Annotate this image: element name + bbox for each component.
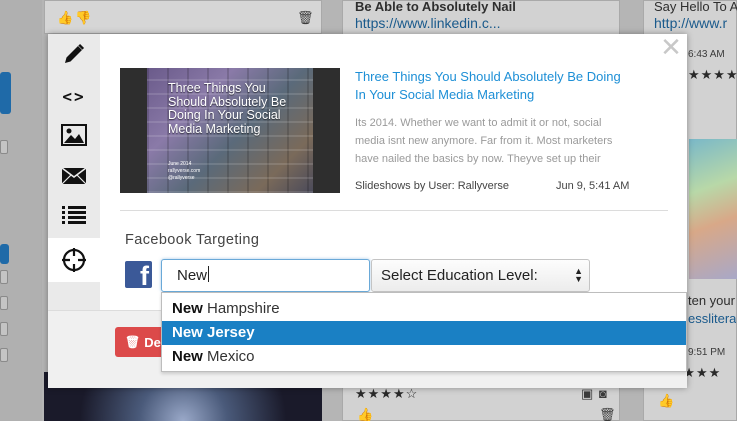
thumbs-down-icon[interactable]: 👎 [75, 10, 91, 26]
left-card: 👍 👎 🗑 [44, 0, 322, 34]
post-title-link[interactable]: Three Things You Should Absolutely Be Do… [355, 68, 625, 104]
suggestion-rest: Mexico [202, 348, 255, 365]
post-source: Slideshows by User: Rallyverse [355, 180, 510, 192]
mid-card-stars[interactable]: ★★★★☆ [355, 386, 418, 402]
thumbs-up-icon[interactable]: 👍 [57, 10, 73, 26]
mid-card-link[interactable]: https://www.linkedin.c... [355, 15, 501, 31]
right-card-time: 9:51 PM [688, 347, 726, 358]
camera-icon[interactable]: ◙ [599, 386, 607, 401]
text-caret [208, 266, 210, 282]
sidebar-image-button[interactable] [48, 115, 100, 155]
suggestion-new-mexico[interactable]: New Mexico [162, 345, 686, 369]
right-card-stars[interactable]: ★★★★★ [688, 67, 737, 83]
modal-sidebar: <> [48, 34, 100, 310]
post-thumbnail: Three Things You Should Absolutely Be Do… [120, 68, 340, 193]
suggestion-match: New [172, 300, 203, 317]
list-icon [62, 206, 86, 224]
right-card-title: Say Hello To A [654, 0, 737, 14]
inbox-icon[interactable]: ▣ [581, 386, 593, 402]
post-excerpt: Its 2014. Whether we want to admit it or… [355, 117, 613, 165]
suggestion-match: New [172, 348, 203, 365]
suggestion-new-hampshire[interactable]: New Hampshire [162, 297, 686, 321]
sidebar-footer [48, 310, 100, 388]
rail-checkbox[interactable] [0, 270, 8, 284]
thumbnail-title: Three Things You Should Absolutely Be Do… [168, 81, 287, 136]
facebook-icon: f [125, 261, 152, 288]
right-card-time: 6:43 AM [688, 49, 725, 60]
right-card-caption: ten your [688, 293, 735, 308]
thumbnail-credit: June 2014 rallyverse.com @rallyverse [168, 161, 201, 181]
post-editor-modal: <> 🗑 Del ✕ Three Things You Should Absol… [48, 34, 687, 388]
envelope-icon [61, 167, 87, 185]
rail-checkbox[interactable] [0, 296, 8, 310]
suggestion-rest: Jersey [202, 324, 255, 341]
select-arrows-icon: ▲ ▼ [574, 266, 583, 284]
education-level-select[interactable]: Select Education Level: ▲ ▼ [371, 259, 590, 292]
close-icon[interactable]: ✕ [660, 35, 682, 61]
rail-blue-button[interactable] [0, 72, 11, 114]
trash-icon: 🗑 [125, 335, 141, 349]
right-card-caption-link[interactable]: esslitera [688, 311, 736, 326]
section-divider [120, 210, 668, 211]
right-card-link[interactable]: http://www.r [654, 15, 727, 31]
sidebar-embed-button[interactable]: <> [48, 76, 100, 116]
post-date: Jun 9, 5:41 AM [556, 180, 630, 192]
rail-checkbox[interactable] [0, 322, 8, 336]
trash-icon[interactable]: 🗑 [297, 10, 314, 26]
mid-card-title: Be Able to Absolutely Nail [355, 0, 516, 14]
suggestion-rest: Hampshire [202, 300, 280, 317]
suggestion-new-jersey[interactable]: New Jersey [162, 321, 686, 345]
rail-blue-marker [0, 244, 9, 264]
education-select-label: Select Education Level: [381, 267, 538, 284]
code-icon: <> [62, 86, 86, 106]
sidebar-targeting-button[interactable] [48, 238, 100, 282]
suggestion-match: New [172, 324, 203, 341]
image-icon [61, 124, 87, 146]
location-input-value: New [177, 267, 208, 284]
rail-checkbox[interactable] [0, 140, 8, 154]
right-card-photo [689, 139, 737, 279]
sidebar-edit-button[interactable] [48, 34, 100, 74]
targeting-heading: Facebook Targeting [125, 232, 260, 248]
sidebar-email-button[interactable] [48, 156, 100, 196]
pencil-icon [65, 43, 85, 63]
location-input[interactable]: New [161, 259, 370, 292]
crosshair-icon [62, 248, 86, 272]
trash-icon[interactable]: 🗑 [599, 407, 616, 421]
thumbs-up-icon[interactable]: 👍 [658, 393, 674, 409]
sidebar-list-button[interactable] [48, 195, 100, 235]
location-suggestions: New Hampshire New Jersey New Mexico [161, 292, 687, 372]
rail-checkbox[interactable] [0, 348, 8, 362]
thumbs-up-icon[interactable]: 👍 [357, 407, 373, 421]
